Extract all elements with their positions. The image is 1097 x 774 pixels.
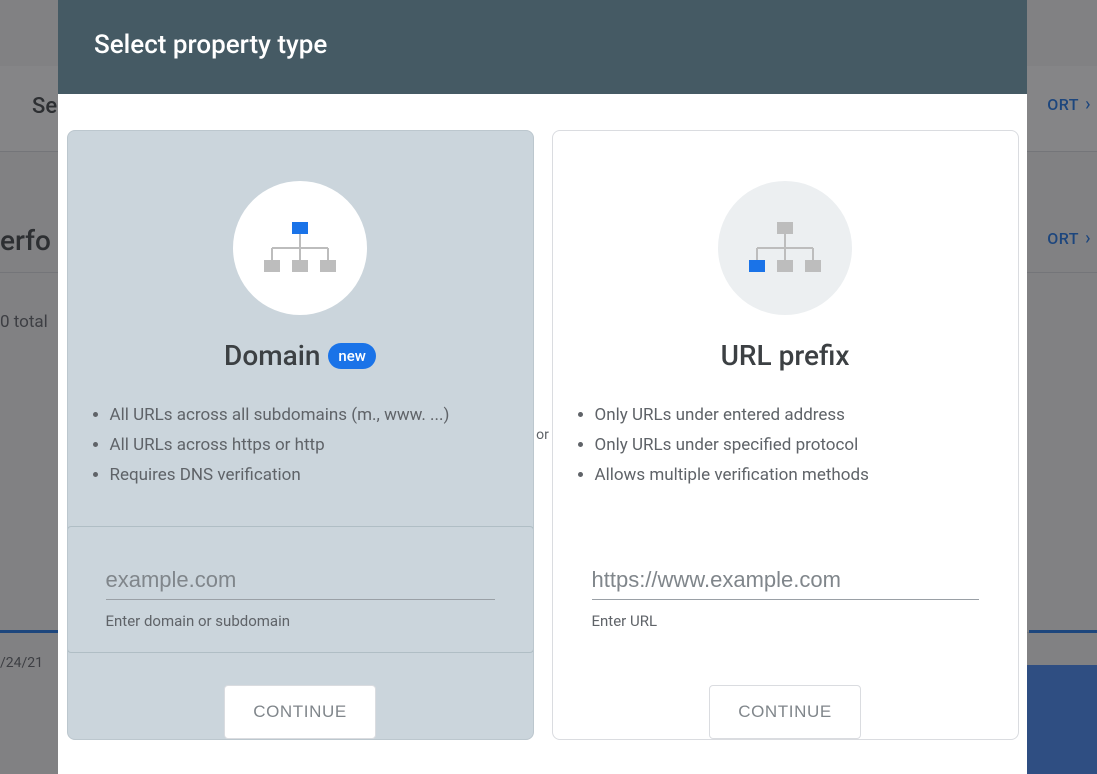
property-type-modal: Select property type <box>58 0 1027 774</box>
modal-title: Select property type <box>58 0 1027 94</box>
url-prefix-continue-button[interactable]: CONTINUE <box>709 685 861 739</box>
domain-input[interactable] <box>106 561 495 600</box>
url-prefix-sitemap-icon <box>718 181 852 315</box>
url-prefix-card-title-row: URL prefix <box>721 339 850 372</box>
list-item: All URLs across all subdomains (m., www.… <box>110 400 533 430</box>
url-prefix-card-title: URL prefix <box>721 339 850 372</box>
url-prefix-helper-text: Enter URL <box>592 612 979 630</box>
domain-card-title-row: Domain new <box>224 339 376 372</box>
or-separator: or <box>534 427 552 443</box>
list-item: Requires DNS verification <box>110 460 533 490</box>
list-item: Only URLs under specified protocol <box>595 430 1018 460</box>
domain-sitemap-icon <box>233 181 367 315</box>
domain-helper-text: Enter domain or subdomain <box>106 612 495 630</box>
modal-body: Domain new All URLs across all subdomain… <box>58 94 1027 774</box>
url-prefix-property-card[interactable]: URL prefix Only URLs under entered addre… <box>552 130 1019 740</box>
property-cards-container: Domain new All URLs across all subdomain… <box>67 130 1019 740</box>
domain-continue-button[interactable]: CONTINUE <box>224 685 376 739</box>
domain-property-card[interactable]: Domain new All URLs across all subdomain… <box>67 130 534 740</box>
domain-input-box: Enter domain or subdomain <box>67 526 534 653</box>
new-badge: new <box>328 343 376 369</box>
domain-card-title: Domain <box>224 339 320 372</box>
url-prefix-input-box: Enter URL <box>553 526 1018 653</box>
list-item: Only URLs under entered address <box>595 400 1018 430</box>
list-item: All URLs across https or http <box>110 430 533 460</box>
url-prefix-feature-list: Only URLs under entered address Only URL… <box>553 400 1018 490</box>
url-prefix-input[interactable] <box>592 561 979 600</box>
domain-feature-list: All URLs across all subdomains (m., www.… <box>68 400 533 490</box>
list-item: Allows multiple verification methods <box>595 460 1018 490</box>
